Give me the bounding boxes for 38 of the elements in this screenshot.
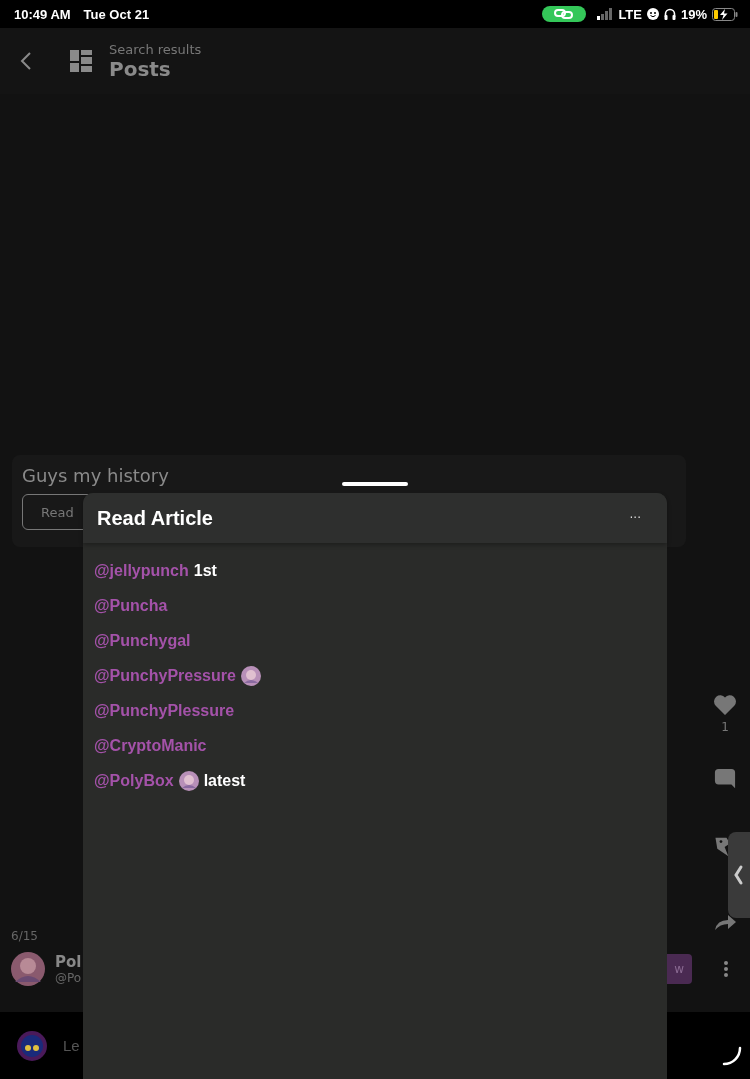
mention-link[interactable]: @PunchyPlessure bbox=[94, 701, 235, 720]
header-title: Posts bbox=[109, 56, 172, 81]
share-icon[interactable] bbox=[713, 912, 737, 932]
headphones-icon bbox=[663, 8, 676, 20]
comment-icon[interactable] bbox=[713, 768, 737, 790]
sheet-title: Read Article bbox=[97, 506, 213, 530]
user-avatar bbox=[17, 1030, 47, 1061]
mention-link[interactable]: @Puncha bbox=[94, 596, 168, 615]
comment-field[interactable]: Le bbox=[63, 1037, 81, 1054]
author-handle: @Po bbox=[55, 971, 82, 985]
mention-note: 1st bbox=[193, 561, 217, 580]
mention-note: latest bbox=[203, 771, 246, 790]
mention-link[interactable]: @PunchyPressure bbox=[94, 666, 236, 685]
author-avatar[interactable] bbox=[11, 952, 45, 986]
battery-percent: 19% bbox=[680, 6, 707, 22]
face-icon bbox=[646, 8, 659, 20]
post-counter: 6/15 bbox=[11, 929, 39, 943]
more-button[interactable]: ··· bbox=[623, 510, 647, 526]
like-count: 1 bbox=[721, 720, 729, 734]
author-name: Pol bbox=[55, 953, 82, 971]
mention-link[interactable]: @Punchygal bbox=[94, 631, 191, 650]
status-date: Tue Oct 21 bbox=[83, 6, 150, 22]
more-icon[interactable] bbox=[724, 961, 728, 977]
heart-icon[interactable] bbox=[713, 694, 737, 716]
signal-icon bbox=[597, 8, 614, 20]
network-label: LTE bbox=[618, 6, 642, 22]
side-panel-tab[interactable] bbox=[728, 832, 750, 918]
mention-link[interactable]: @PolyBox bbox=[94, 771, 174, 790]
mention-link[interactable]: @CryptoManic bbox=[94, 736, 207, 755]
mention-link[interactable]: @jellypunch bbox=[94, 561, 189, 580]
status-time: 10:49 AM bbox=[14, 6, 71, 22]
loading-spinner-icon bbox=[722, 1045, 742, 1066]
layout-icon[interactable] bbox=[70, 50, 92, 72]
back-icon[interactable] bbox=[20, 51, 32, 71]
sheet-handle[interactable] bbox=[342, 482, 408, 486]
header-subtitle: Search results bbox=[109, 41, 202, 57]
post-title: Guys my history bbox=[22, 465, 169, 486]
link-icon bbox=[542, 6, 587, 22]
